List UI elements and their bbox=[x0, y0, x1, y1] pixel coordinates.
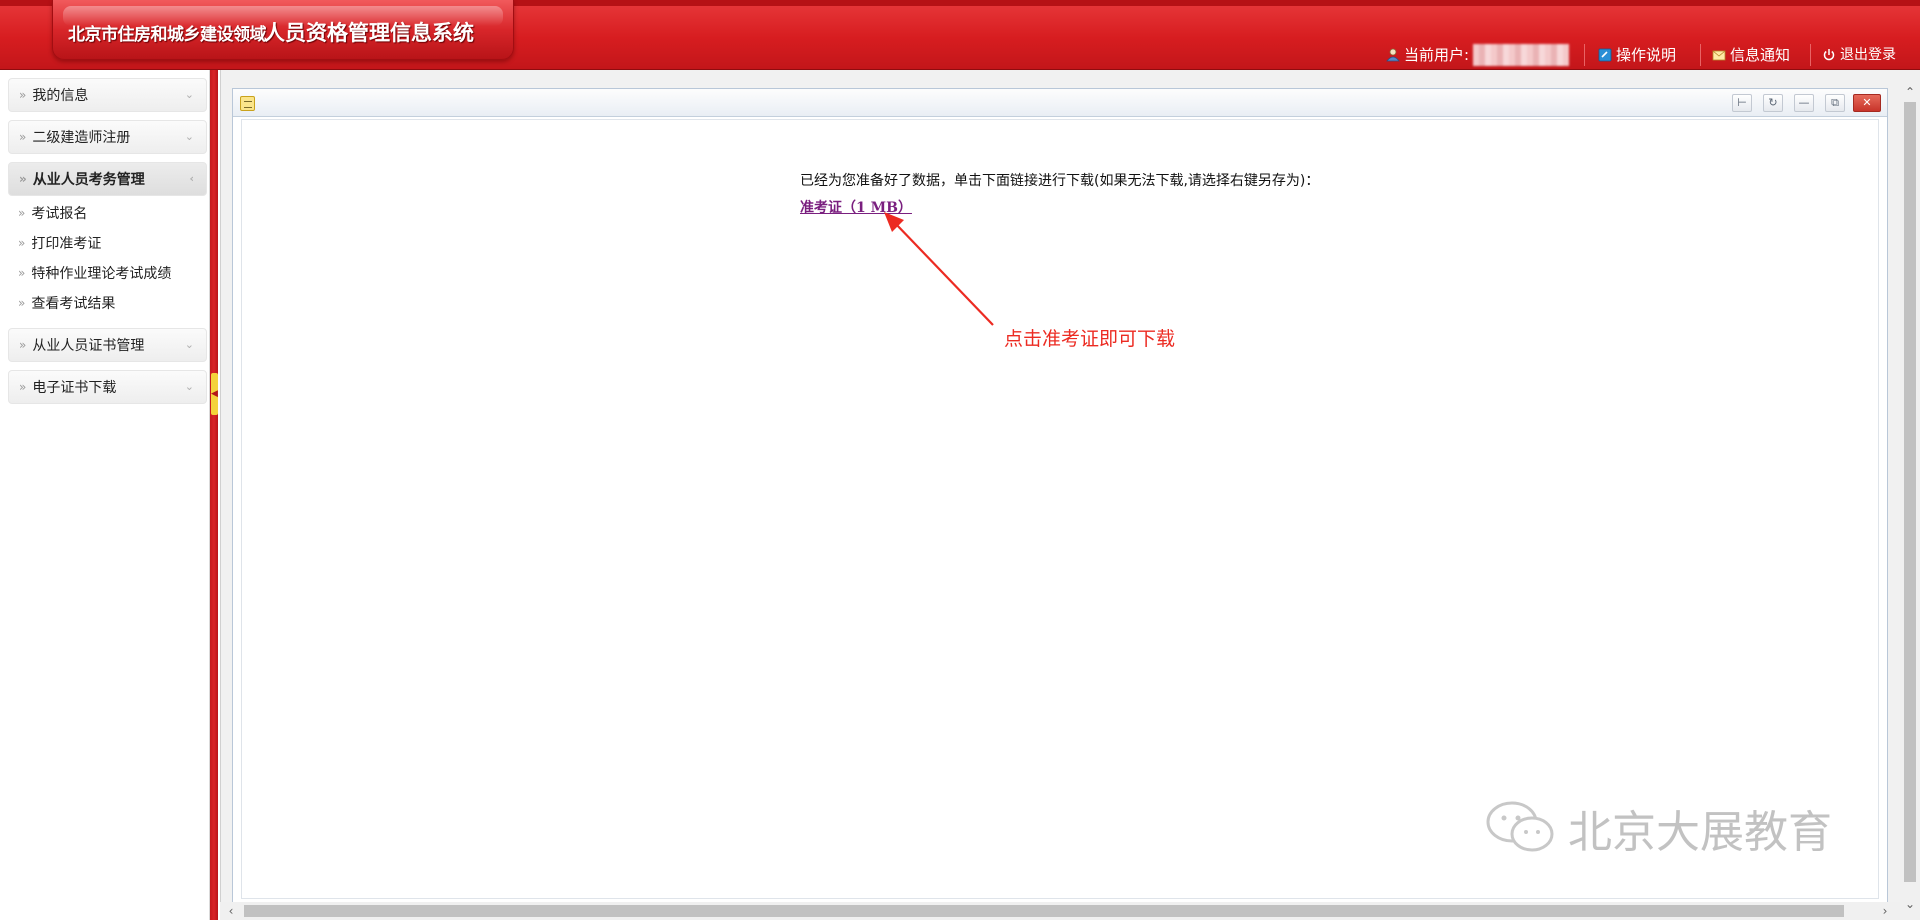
sidebar-group-e-certificate-download[interactable]: » 电子证书下载 ⌄ bbox=[8, 370, 207, 404]
user-name-redacted bbox=[1473, 44, 1570, 66]
current-user-label: 当前用户: bbox=[1404, 46, 1470, 64]
sidebar-group-label: 电子证书下载 bbox=[32, 380, 117, 396]
sidebar-item-print-admission-ticket[interactable]: » 打印准考证 bbox=[8, 230, 207, 256]
header-divider bbox=[1584, 44, 1585, 66]
chevron-down-icon: ⌄ bbox=[184, 380, 194, 393]
refresh-button[interactable]: ↻ bbox=[1763, 94, 1783, 112]
sidebar-splitter[interactable] bbox=[210, 70, 218, 920]
sidebar-group-certificate-management[interactable]: » 从业人员证书管理 ⌄ bbox=[8, 328, 207, 362]
scrollbar-thumb[interactable] bbox=[244, 905, 1844, 917]
panel-header: ⊢ ↻ — ⧉ ✕ bbox=[233, 89, 1887, 117]
minimize-icon: — bbox=[1798, 96, 1810, 109]
header-divider bbox=[1810, 44, 1811, 66]
double-chevron-icon: » bbox=[19, 380, 27, 394]
sidebar-item-label: 考试报名 bbox=[31, 206, 88, 222]
header-divider bbox=[1700, 44, 1701, 66]
horizontal-scrollbar[interactable]: ‹ › bbox=[220, 902, 1900, 920]
scrollbar-thumb[interactable] bbox=[1904, 102, 1916, 882]
help-link[interactable]: 操作说明 bbox=[1598, 45, 1676, 65]
wechat-logo-icon bbox=[1486, 801, 1554, 852]
double-chevron-icon: » bbox=[19, 338, 27, 352]
help-label: 操作说明 bbox=[1616, 46, 1677, 64]
sidebar: » 我的信息 ⌄ » 二级建造师注册 ⌄ » 从业人员考务管理 ‹ » 考试报名… bbox=[0, 70, 210, 920]
minimize-button[interactable]: — bbox=[1794, 94, 1814, 112]
logout-label: 退出登录 bbox=[1840, 47, 1896, 63]
annotation-arrow bbox=[884, 212, 994, 326]
chevron-down-icon: ⌄ bbox=[184, 88, 194, 101]
envelope-icon bbox=[1712, 50, 1726, 61]
double-chevron-icon: » bbox=[19, 130, 27, 144]
content-panel: ⊢ ↻ — ⧉ ✕ bbox=[232, 88, 1888, 906]
sidebar-group-label: 二级建造师注册 bbox=[32, 130, 131, 146]
sidebar-group-my-info[interactable]: » 我的信息 ⌄ bbox=[8, 78, 207, 112]
close-button[interactable]: ✕ bbox=[1853, 94, 1881, 112]
sidebar-group-label: 从业人员考务管理 bbox=[32, 172, 145, 188]
vertical-scrollbar[interactable]: ⌃ ⌄ bbox=[1900, 70, 1920, 920]
download-instruction: 已经为您准备好了数据，单击下面链接进行下载(如果无法下载,请选择右键另存为)： bbox=[800, 173, 1320, 189]
close-icon: ✕ bbox=[1862, 96, 1872, 109]
double-chevron-icon: » bbox=[18, 296, 26, 310]
collapse-handle[interactable]: ◀ bbox=[211, 373, 218, 415]
chevron-down-icon: ⌄ bbox=[184, 130, 194, 143]
chevron-left-icon: ‹ bbox=[189, 172, 194, 185]
double-chevron-icon: » bbox=[18, 206, 26, 220]
watermark: 北京大展教育 bbox=[1482, 798, 1832, 858]
sidebar-item-label: 查看考试结果 bbox=[31, 296, 116, 312]
sidebar-group-exam-management[interactable]: » 从业人员考务管理 ‹ bbox=[8, 162, 207, 196]
refresh-icon: ↻ bbox=[1768, 96, 1778, 109]
restore-icon: ⧉ bbox=[1831, 96, 1839, 109]
watermark-text: 北京大展教育 bbox=[1568, 807, 1832, 858]
triangle-left-icon: ◀ bbox=[211, 389, 218, 399]
app-header: 北京市住房和城乡建设领域 人员资格管理信息系统 当前用户: 操作说明 信息通知 … bbox=[0, 0, 1920, 70]
double-chevron-icon: » bbox=[18, 236, 26, 250]
sidebar-item-special-operation-scores[interactable]: » 特种作业理论考试成绩 bbox=[8, 260, 207, 286]
logout-link[interactable]: 退出登录 bbox=[1822, 45, 1896, 65]
chevron-down-icon: ⌄ bbox=[184, 338, 194, 351]
notepad-icon bbox=[240, 96, 255, 111]
scroll-right-icon[interactable]: › bbox=[1876, 902, 1894, 920]
sidebar-item-exam-registration[interactable]: » 考试报名 bbox=[8, 200, 207, 226]
pin-icon: ⊢ bbox=[1737, 96, 1747, 109]
sidebar-item-exam-results[interactable]: » 查看考试结果 bbox=[8, 290, 207, 316]
current-user: 当前用户: bbox=[1386, 44, 1570, 66]
scroll-up-icon[interactable]: ⌃ bbox=[1900, 82, 1920, 102]
sidebar-group-label: 我的信息 bbox=[32, 88, 89, 104]
scroll-left-icon[interactable]: ‹ bbox=[222, 902, 240, 920]
system-title: 人员资格管理信息系统 bbox=[264, 21, 474, 45]
sidebar-item-label: 特种作业理论考试成绩 bbox=[31, 266, 172, 282]
system-subtitle: 北京市住房和城乡建设领域 bbox=[68, 25, 267, 45]
help-book-icon bbox=[1598, 48, 1612, 62]
user-icon bbox=[1386, 48, 1400, 62]
panel-body bbox=[241, 119, 1879, 899]
scroll-down-icon[interactable]: ⌄ bbox=[1900, 894, 1920, 914]
annotation-text: 点击准考证即可下载 bbox=[1004, 328, 1176, 350]
double-chevron-icon: » bbox=[18, 266, 26, 280]
restore-button[interactable]: ⧉ bbox=[1825, 94, 1845, 112]
notice-link[interactable]: 信息通知 bbox=[1712, 45, 1790, 65]
power-icon bbox=[1823, 49, 1835, 61]
pin-button[interactable]: ⊢ bbox=[1732, 94, 1752, 112]
double-chevron-icon: » bbox=[19, 172, 27, 186]
sidebar-group-label: 从业人员证书管理 bbox=[32, 338, 145, 354]
sidebar-item-label: 打印准考证 bbox=[31, 236, 102, 252]
double-chevron-icon: » bbox=[19, 88, 27, 102]
sidebar-group-constructor-registration[interactable]: » 二级建造师注册 ⌄ bbox=[8, 120, 207, 154]
notice-label: 信息通知 bbox=[1730, 46, 1791, 64]
